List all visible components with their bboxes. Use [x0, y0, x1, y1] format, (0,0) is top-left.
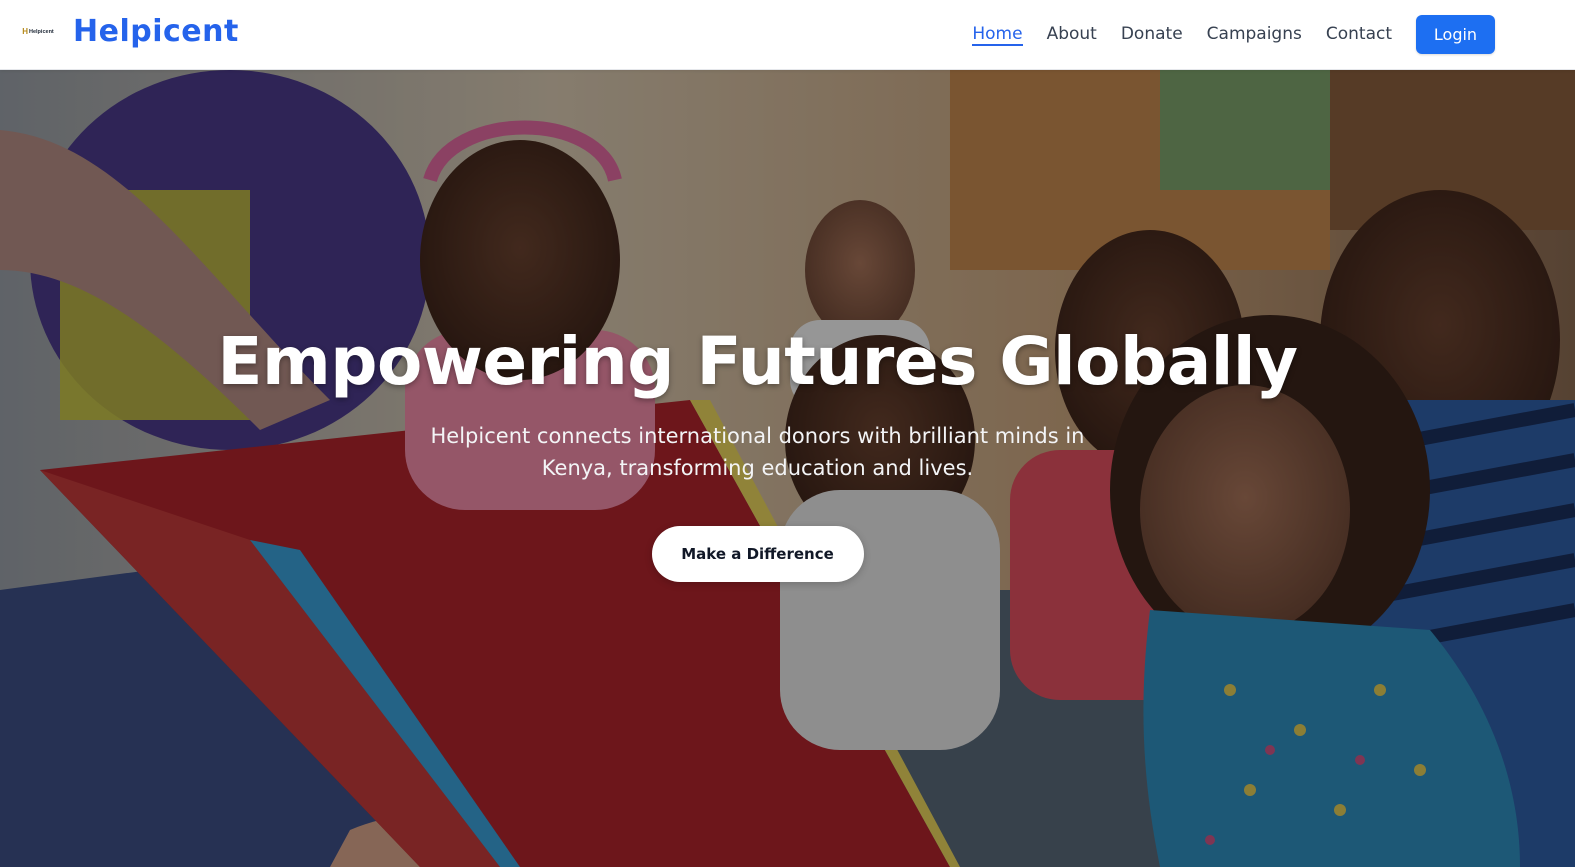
login-button[interactable]: Login [1416, 15, 1495, 54]
hero-content: Empowering Futures Globally Helpicent co… [0, 322, 1515, 582]
brand[interactable]: H Helpicent Helpicent [20, 14, 239, 49]
nav-link-campaigns[interactable]: Campaigns [1207, 24, 1302, 46]
top-navbar: H Helpicent Helpicent Home About Donate … [0, 0, 1575, 70]
hero-title: Empowering Futures Globally [217, 323, 1298, 400]
nav-link-home[interactable]: Home [972, 24, 1023, 46]
hero-section: Empowering Futures Globally Helpicent co… [0, 70, 1575, 867]
hero-subtitle: Helpicent connects international donors … [430, 424, 1085, 480]
nav-link-donate[interactable]: Donate [1121, 24, 1183, 46]
nav-links: Home About Donate Campaigns Contact Logi… [948, 0, 1495, 69]
brand-name[interactable]: Helpicent [73, 14, 239, 49]
nav-link-about[interactable]: About [1047, 24, 1097, 46]
make-a-difference-button[interactable]: Make a Difference [651, 526, 864, 582]
logo-h-icon: H [22, 27, 28, 36]
nav-link-contact[interactable]: Contact [1326, 24, 1392, 46]
logo-mark: H Helpicent [22, 27, 54, 36]
logo[interactable]: H Helpicent [20, 16, 56, 48]
logo-text: Helpicent [29, 28, 54, 35]
